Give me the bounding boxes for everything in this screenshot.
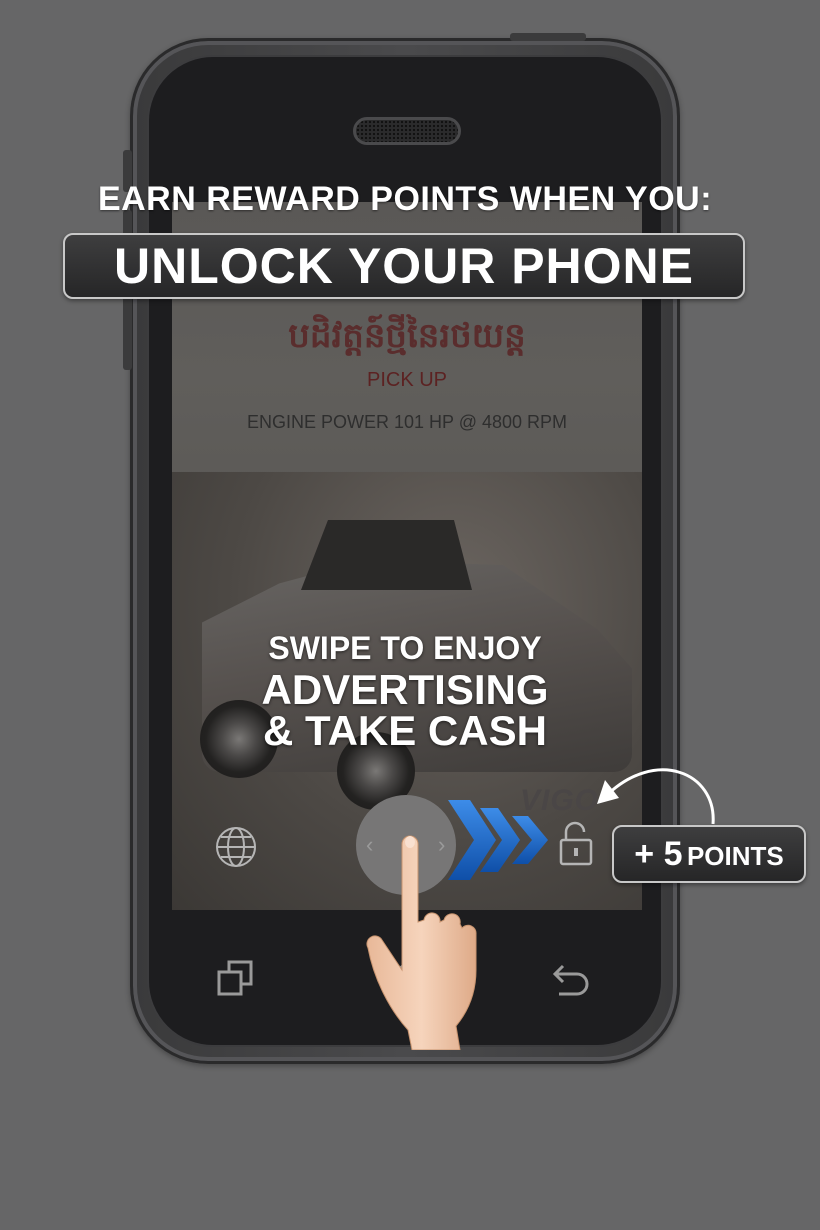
unlock-banner: UNLOCK YOUR PHONE bbox=[63, 233, 745, 299]
back-icon[interactable] bbox=[551, 958, 591, 998]
hand-pointer-icon bbox=[366, 835, 477, 1050]
points-label: POINTS bbox=[686, 841, 784, 871]
ad-engine-spec: ENGINE POWER 101 HP @ 4800 RPM bbox=[246, 412, 568, 432]
recent-apps-icon[interactable] bbox=[215, 958, 255, 998]
points-badge: + 5 POINTS bbox=[612, 825, 806, 883]
earpiece-speaker bbox=[353, 117, 461, 145]
globe-icon[interactable] bbox=[214, 825, 258, 869]
ad-subtitle: PICK UP bbox=[366, 369, 448, 391]
ad-khmer-title: បដិវត្តន៍ថ្មីនៃរថយន្ត bbox=[288, 316, 526, 356]
swipe-caption-line3: & TAKE CASH bbox=[263, 707, 547, 754]
power-button bbox=[510, 33, 586, 41]
headline: EARN REWARD POINTS WHEN YOU: bbox=[97, 180, 713, 218]
swipe-caption-line1: SWIPE TO ENJOY bbox=[268, 630, 542, 666]
points-value: + 5 bbox=[634, 835, 683, 873]
